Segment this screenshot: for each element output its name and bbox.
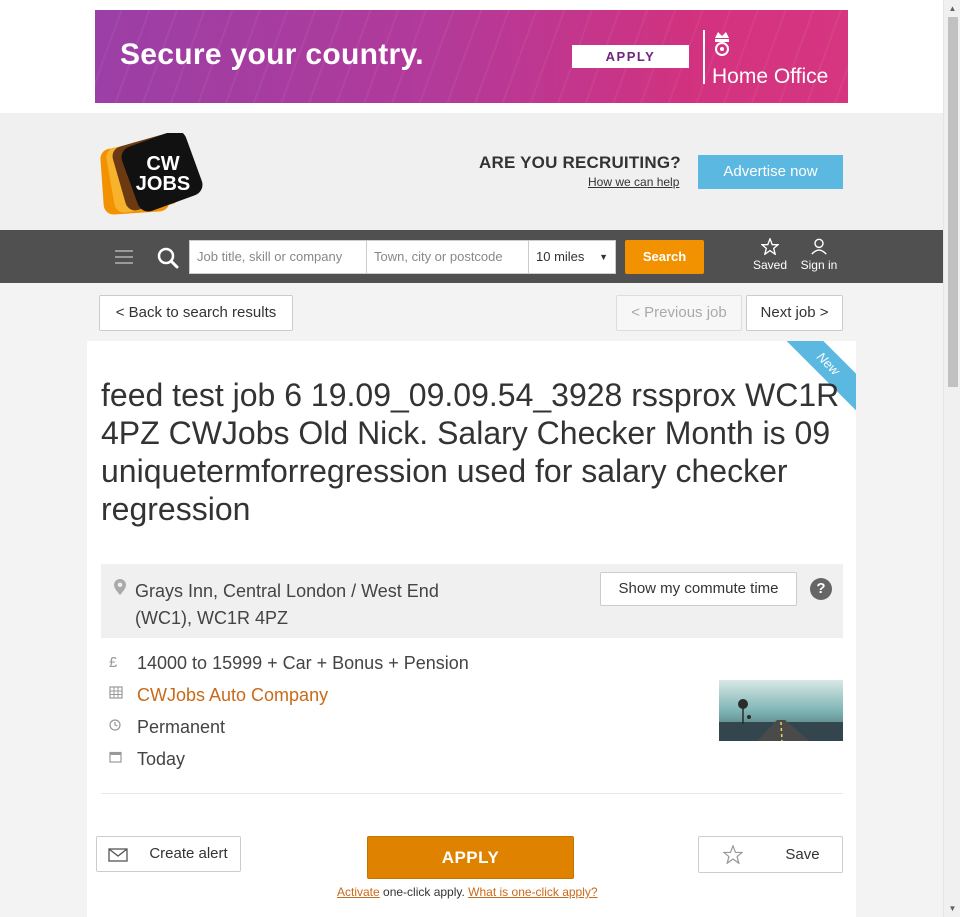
radius-value: 10 miles [536,249,585,264]
location-pin-icon [114,579,126,595]
company-image [719,680,843,741]
sign-in-link[interactable]: Sign in [797,238,841,272]
ad-divider [703,30,705,84]
job-title: feed test job 6 19.09_09.09.54_3928 rssp… [101,377,840,527]
ad-container: Secure your country. APPLY Home Office [0,0,943,113]
activate-link[interactable]: Activate [337,885,380,899]
page: Secure your country. APPLY Home Office C… [0,0,943,917]
show-commute-button[interactable]: Show my commute time [600,572,797,606]
search-button[interactable]: Search [625,240,704,274]
mail-icon [108,848,128,862]
help-icon[interactable]: ? [810,578,832,600]
cwjobs-logo[interactable]: CW JOBS [100,133,208,215]
logo-line1: CW [146,153,179,175]
one-click-text: one-click apply. [379,885,469,899]
location-input[interactable]: Town, city or postcode [366,240,529,274]
what-is-one-click-link[interactable]: What is one-click apply? [468,885,597,899]
pound-icon: £ [109,654,118,672]
save-job-button[interactable]: Save [698,836,843,873]
recruiting-heading: ARE YOU RECRUITING? [479,153,681,172]
salary-row: £14000 to 15999 + Car + Bonus + Pension [109,648,469,676]
ad-apply-button[interactable]: APPLY [572,45,689,68]
advertise-now-button[interactable]: Advertise now [698,155,843,189]
company-row: CWJobs Auto Company [109,680,328,708]
create-alert-label: Create alert [149,845,228,862]
previous-job-button[interactable]: < Previous job [616,295,742,331]
logo-line2: JOBS [136,173,190,195]
crown-crest-icon [715,32,729,56]
job-title-input[interactable]: Job title, skill or company [189,240,367,274]
save-label: Save [785,846,820,863]
how-we-can-help-link[interactable]: How we can help [588,175,679,189]
scroll-up-icon[interactable]: ▲ [944,0,960,17]
salary-value: 14000 to 15999 + Car + Bonus + Pension [137,653,469,674]
next-job-button[interactable]: Next job > [746,295,843,331]
job-location: Grays Inn, Central London / West End (WC… [135,581,439,628]
posted-date: Today [137,749,186,770]
company-link[interactable]: CWJobs Auto Company [137,685,328,705]
saved-jobs-link[interactable]: Saved [750,238,790,272]
chevron-down-icon: ▼ [599,252,608,262]
divider [101,793,843,794]
ad-headline: Secure your country. [120,38,424,71]
ad-banner[interactable]: Secure your country. APPLY Home Office [95,10,848,103]
search-icon[interactable] [157,247,179,269]
scroll-down-icon[interactable]: ▼ [944,900,960,917]
one-click-apply-note: Activate one-click apply. What is one-cl… [337,885,598,899]
site-header: CW JOBS ARE YOU RECRUITING? How we can h… [0,113,943,230]
vertical-scrollbar[interactable]: ▲ ▼ [943,0,960,917]
menu-icon[interactable] [115,250,133,268]
apply-button[interactable]: APPLY [367,836,574,879]
user-icon [811,238,827,255]
star-icon [761,238,779,255]
job-type-row: Permanent [109,712,225,740]
posted-date-row: Today [109,744,185,772]
radius-select[interactable]: 10 miles ▼ [528,240,616,274]
sign-in-label: Sign in [800,258,838,272]
job-card: New feed test job 6 19.09_09.09.54_3928 … [87,341,856,917]
building-icon [109,681,129,709]
ad-brand: Home Office [712,65,829,88]
star-icon [723,845,743,864]
calendar-icon [109,745,129,773]
scrollbar-thumb[interactable] [948,17,958,387]
back-to-results-button[interactable]: < Back to search results [99,295,293,331]
location-panel: Grays Inn, Central London / West End (WC… [101,564,843,638]
saved-label: Saved [752,258,788,272]
search-bar: Job title, skill or company Town, city o… [0,230,943,283]
create-alert-button[interactable]: Create alert [96,836,241,872]
clock-icon [109,713,129,741]
job-type: Permanent [137,717,226,738]
